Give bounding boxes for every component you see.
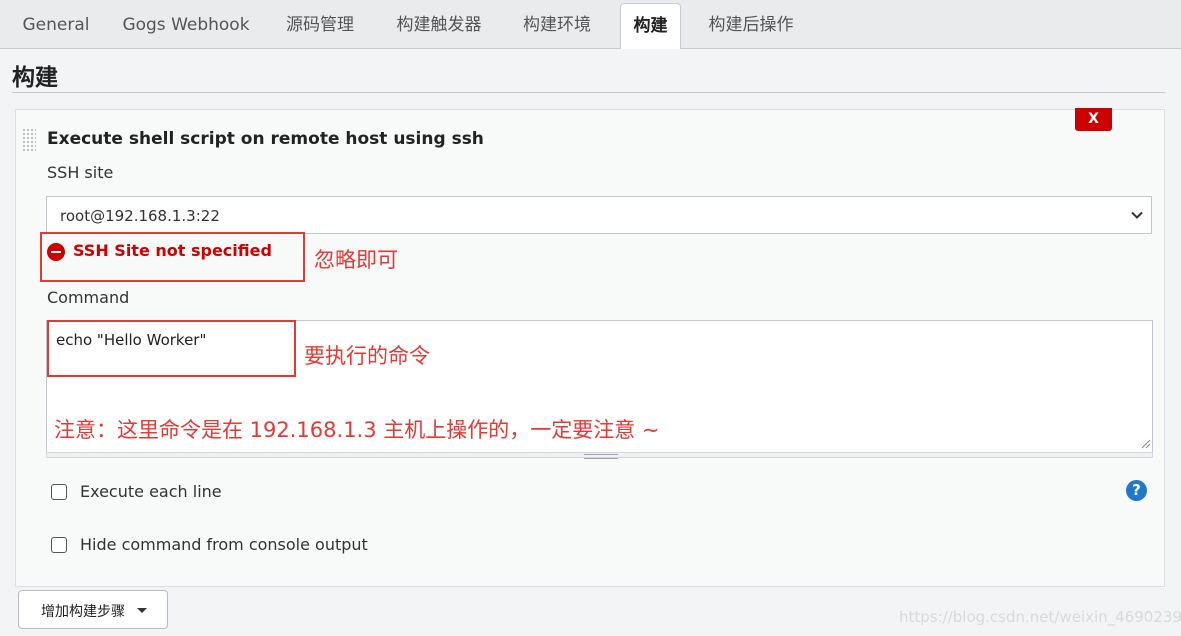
annotation-command-note: 要执行的命令 [304, 344, 430, 368]
tab-source-control[interactable]: 源码管理 [272, 0, 368, 48]
step-title: Execute shell script on remote host usin… [47, 129, 484, 149]
annotation-ignore: 忽略即可 [314, 248, 398, 272]
drag-handle-icon[interactable] [22, 128, 36, 152]
tab-bar: General Gogs Webhook 源码管理 构建触发器 构建环境 构建 … [0, 0, 1181, 49]
textarea-resize-handle[interactable] [584, 454, 618, 459]
annotation-warning: 注意：这里命令是在 192.168.1.3 主机上操作的，一定要注意 ~ [54, 418, 660, 442]
command-label: Command [47, 288, 130, 307]
section-title: 构建 [12, 65, 58, 91]
ssh-site-label: SSH site [47, 163, 114, 182]
caret-down-icon [137, 608, 147, 613]
hide-command-label: Hide command from console output [80, 535, 368, 554]
ssh-site-value: root@192.168.1.3:22 [60, 207, 220, 225]
resize-grip-icon[interactable] [1139, 437, 1151, 449]
tab-build-triggers[interactable]: 构建触发器 [383, 0, 495, 48]
add-build-step-label: 增加构建步骤 [41, 604, 125, 620]
section-divider [12, 92, 1165, 93]
watermark: https://blog.csdn.net/weixin_46902396 [899, 608, 1181, 626]
execute-each-line-label: Execute each line [80, 482, 222, 501]
hide-command-checkbox[interactable] [51, 537, 67, 553]
execute-each-line-checkbox[interactable] [51, 484, 67, 500]
delete-step-button[interactable]: X [1075, 108, 1112, 131]
tab-build[interactable]: 构建 [620, 3, 681, 49]
tab-gogs-webhook[interactable]: Gogs Webhook [114, 0, 258, 48]
tab-post-build-actions[interactable]: 构建后操作 [694, 0, 808, 48]
error-circle-icon [47, 243, 65, 261]
help-icon[interactable]: ? [1126, 480, 1147, 501]
ssh-site-select[interactable]: root@192.168.1.3:22 [46, 196, 1152, 234]
command-value: echo "Hello Worker" [56, 331, 207, 349]
add-build-step-button[interactable]: 增加构建步骤 [18, 590, 168, 629]
tab-build-environment[interactable]: 构建环境 [509, 0, 605, 48]
ssh-site-error: SSH Site not specified [73, 241, 272, 260]
tab-general[interactable]: General [14, 0, 98, 48]
chevron-down-icon [1131, 211, 1143, 219]
